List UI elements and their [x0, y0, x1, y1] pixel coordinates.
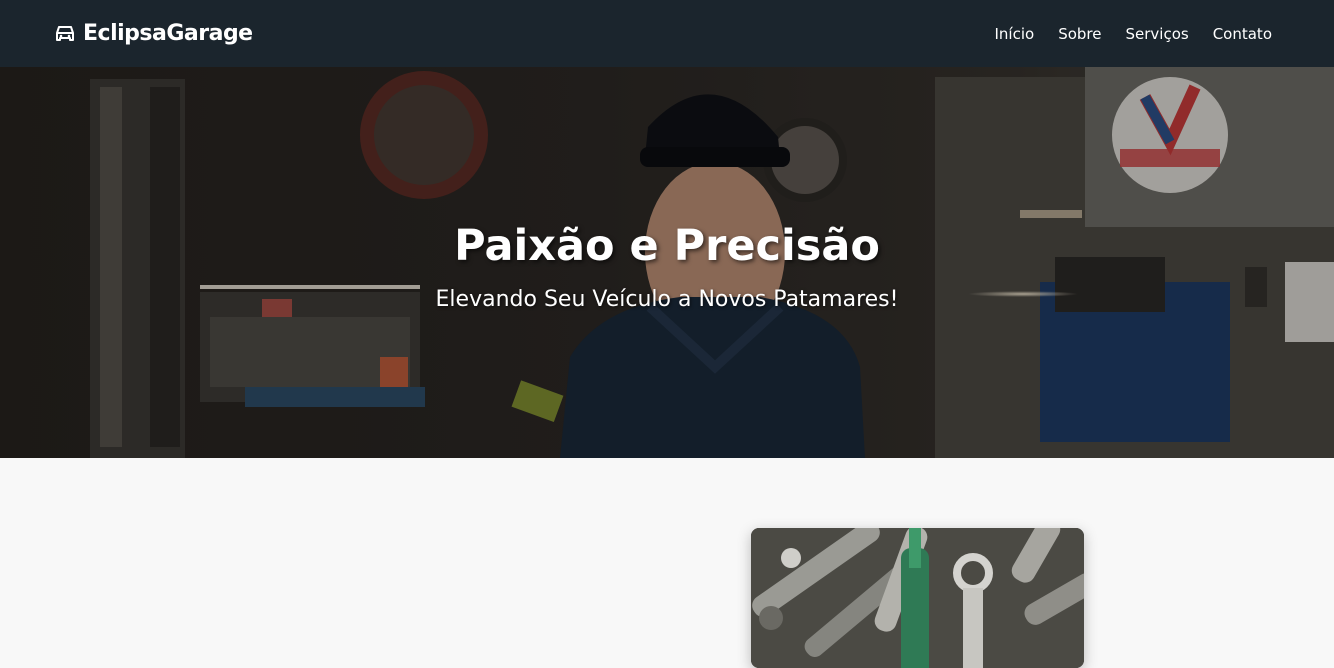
hero-subtitle: Elevando Seu Veículo a Novos Patamares!: [435, 287, 899, 312]
nav-link-servicos[interactable]: Serviços: [1126, 25, 1189, 43]
hero-content: Paixão e Precisão Elevando Seu Veículo a…: [0, 67, 1334, 458]
nav-link-inicio[interactable]: Início: [995, 25, 1035, 43]
brand-name: EclipsaGarage: [83, 21, 253, 46]
tools-image: [751, 528, 1084, 668]
navbar: EclipsaGarage Início Sobre Serviços Cont…: [0, 0, 1334, 67]
tools-image-card: [751, 528, 1084, 668]
hero-title: Paixão e Precisão: [454, 221, 880, 271]
nav-link-contato[interactable]: Contato: [1213, 25, 1272, 43]
nav-link-sobre[interactable]: Sobre: [1058, 25, 1101, 43]
nav-menu: Início Sobre Serviços Contato: [995, 24, 1273, 43]
content-section: [0, 458, 1334, 668]
car-icon: [55, 25, 75, 43]
hero-section: Paixão e Precisão Elevando Seu Veículo a…: [0, 67, 1334, 458]
brand-link[interactable]: EclipsaGarage: [55, 21, 253, 46]
